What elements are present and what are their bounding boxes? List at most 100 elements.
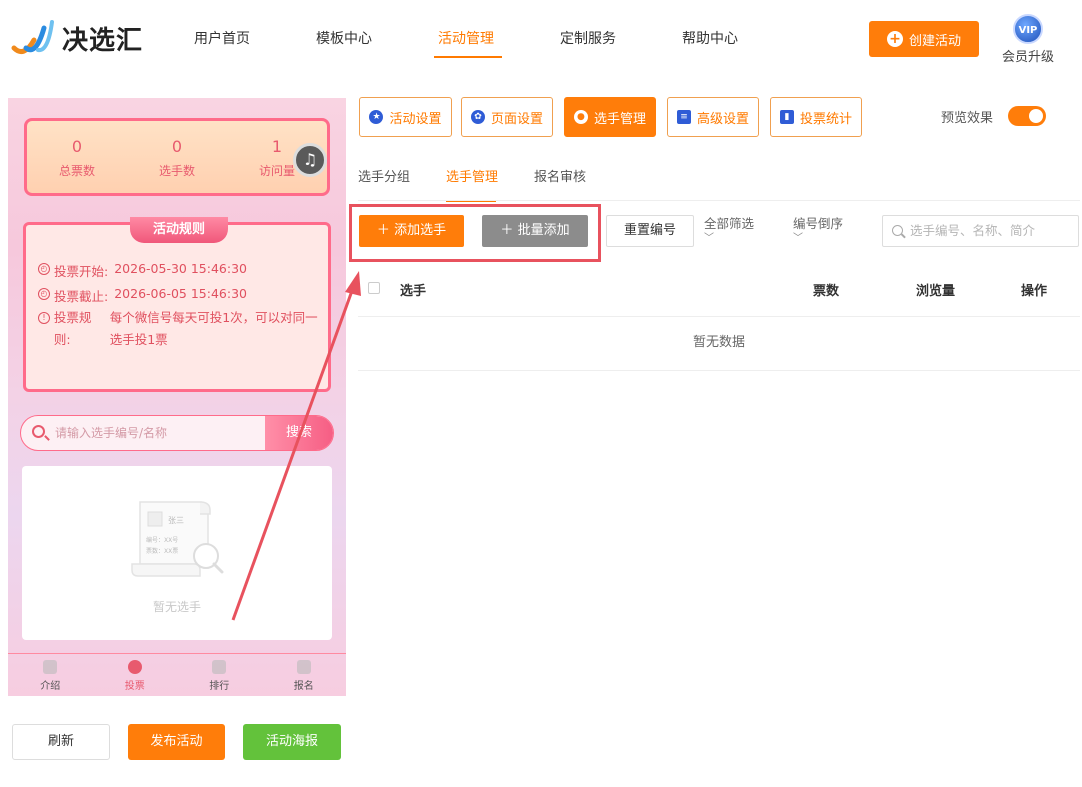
rule-value: 每个微信号每天可投1次，可以对同一选手投1票 [109,310,318,347]
music-note-icon[interactable]: ♫ [293,143,327,177]
contestant-table-header: 选手 票数 浏览量 操作 [358,262,1080,317]
rule-value: 2026-06-05 15:46:30 [114,286,247,301]
rule-label: 投票规则: [53,310,92,347]
clock-icon: ◴ [38,263,50,275]
empty-card-name: 张三 [168,516,184,525]
preview-effect-label: 预览效果 [941,111,994,126]
brand-logo[interactable]: 决选汇 [10,18,143,58]
preview-effect-toggle[interactable] [1008,106,1046,126]
empty-card-line2: 票数：XX票 [146,547,178,555]
star-icon: ★ [369,110,384,124]
stat-value: 0 [71,137,83,156]
stat-value: 0 [171,137,183,156]
filter-all-label: 全部筛选 [704,216,755,231]
gear-icon: ✿ [470,110,485,124]
settings-list-icon: ≡ [676,110,691,124]
publish-activity-button[interactable]: 发布活动 [128,724,225,760]
reset-number-button[interactable]: 重置编号 [606,215,694,247]
rule-start: ◴ 投票开始: 2026-05-30 15:46:30 [38,261,247,280]
batch-add-button[interactable]: ＋ 批量添加 [482,215,588,247]
vip-badge-icon: VIP [1013,14,1043,44]
tab-signup-review[interactable]: 报名审核 [534,166,586,185]
filter-all-dropdown[interactable]: 全部筛选 ﹀ [704,216,754,244]
tab-label: 投票 [124,681,145,692]
tab-label: 介绍 [40,681,61,692]
top-header: 决选汇 用户首页 模板中心 活动管理 定制服务 帮助中心 + 创建活动 VIP … [0,0,1082,80]
nav-help[interactable]: 帮助中心 [668,28,790,48]
clock-icon: ◴ [38,288,50,300]
create-activity-label: 创建活动 [908,33,961,49]
rule-value: 2026-05-30 15:46:30 [114,261,247,276]
tab-contestant-management[interactable]: 选手管理 [446,166,498,202]
create-activity-button[interactable]: + 创建活动 [869,21,979,57]
search-icon [32,425,45,438]
plus-circle-icon: + [886,31,903,47]
rule-label: 投票开始: [54,264,109,279]
stat-contestants: 0 选手数 [127,121,227,193]
contestant-search-input[interactable]: 选手编号、名称、简介 [882,215,1079,247]
activity-settings-button[interactable]: ★ 活动设置 [359,97,452,137]
tool-label: 页面设置 [490,111,543,127]
column-contestant: 选手 [400,284,427,299]
tab-label: 报名 [293,681,314,692]
rule-policy: ! 投票规则: 每个微信号每天可投1次，可以对同一选手投1票 [38,307,328,351]
empty-contestants-card: 张三 编号：XX号 票数：XX票 暂无选手 [22,466,332,640]
refresh-button[interactable]: 刷新 [12,724,110,760]
tab-intro[interactable]: 介绍 [8,654,93,696]
vote-stats-button[interactable]: ▮ 投票统计 [770,97,862,137]
rules-title: 活动规则 [130,217,228,243]
ranking-icon [212,660,227,674]
preview-search-input[interactable]: 请输入选手编号/名称 [55,416,167,450]
search-placeholder: 选手编号、名称、简介 [910,223,1036,238]
signup-icon [296,660,311,674]
stat-label: 选手数 [158,164,195,178]
nav-activity-management[interactable]: 活动管理 [424,28,546,58]
stats-panel: 0 总票数 0 选手数 1 访问量 [24,118,330,196]
page-settings-button[interactable]: ✿ 页面设置 [461,97,553,137]
empty-card-line1: 编号：XX号 [146,536,178,544]
tool-label: 活动设置 [389,111,442,127]
column-views: 浏览量 [916,284,956,299]
empty-contestants-text: 暂无选手 [152,600,201,614]
preview-search-bar: 请输入选手编号/名称 搜索 [20,415,334,451]
mobile-preview: 0 总票数 0 选手数 1 访问量 ♫ 活动规则 ◴ 投票开始: 2026-05… [8,98,346,696]
tool-label: 选手管理 [593,111,646,127]
tab-label: 排行 [209,681,230,692]
rules-panel: 活动规则 ◴ 投票开始: 2026-05-30 15:46:30 ◴ 投票截止:… [23,217,331,392]
preview-search-button[interactable]: 搜索 [265,416,333,450]
rule-end: ◴ 投票截止: 2026-06-05 15:46:30 [38,286,247,305]
nav-custom-service[interactable]: 定制服务 [546,28,668,48]
rule-label: 投票截止: [54,289,109,304]
tab-contestant-groups[interactable]: 选手分组 [358,166,410,185]
preview-tabbar: 介绍 投票 排行 报名 [8,653,346,696]
column-votes: 票数 [813,284,840,299]
empty-document-icon: 张三 编号：XX号 票数：XX票 [131,501,224,577]
contestant-management-button[interactable]: ● 选手管理 [564,97,656,137]
add-contestant-label: 添加选手 [394,223,447,238]
tool-label: 高级设置 [696,111,749,127]
main-nav: 用户首页 模板中心 活动管理 定制服务 帮助中心 [180,28,790,58]
chevron-down-icon: ﹀ [793,233,803,244]
logo-mark-icon [11,20,54,55]
nav-templates[interactable]: 模板中心 [302,28,424,48]
vip-upgrade[interactable]: VIP 会员升级 [1000,14,1056,65]
vip-upgrade-label: 会员升级 [1001,50,1054,65]
add-contestant-button[interactable]: ＋ 添加选手 [359,215,464,247]
search-icon [892,225,903,236]
activity-poster-button[interactable]: 活动海报 [243,724,341,760]
nav-home[interactable]: 用户首页 [180,28,302,48]
tab-vote[interactable]: 投票 [93,654,178,696]
users-icon: ● [573,110,588,124]
sort-order-dropdown[interactable]: 编号倒序 ﹀ [793,216,843,244]
tab-ranking[interactable]: 排行 [177,654,262,696]
info-icon: ! [38,312,50,324]
tab-signup[interactable]: 报名 [262,654,347,696]
subtabs-divider [358,200,1080,201]
select-all-checkbox[interactable] [368,282,380,294]
sort-order-label: 编号倒序 [793,216,844,231]
stat-total-votes: 0 总票数 [27,121,127,193]
heart-icon [127,660,142,674]
advanced-settings-button[interactable]: ≡ 高级设置 [667,97,759,137]
stat-label: 总票数 [58,164,95,178]
brand-name: 决选汇 [62,25,144,56]
